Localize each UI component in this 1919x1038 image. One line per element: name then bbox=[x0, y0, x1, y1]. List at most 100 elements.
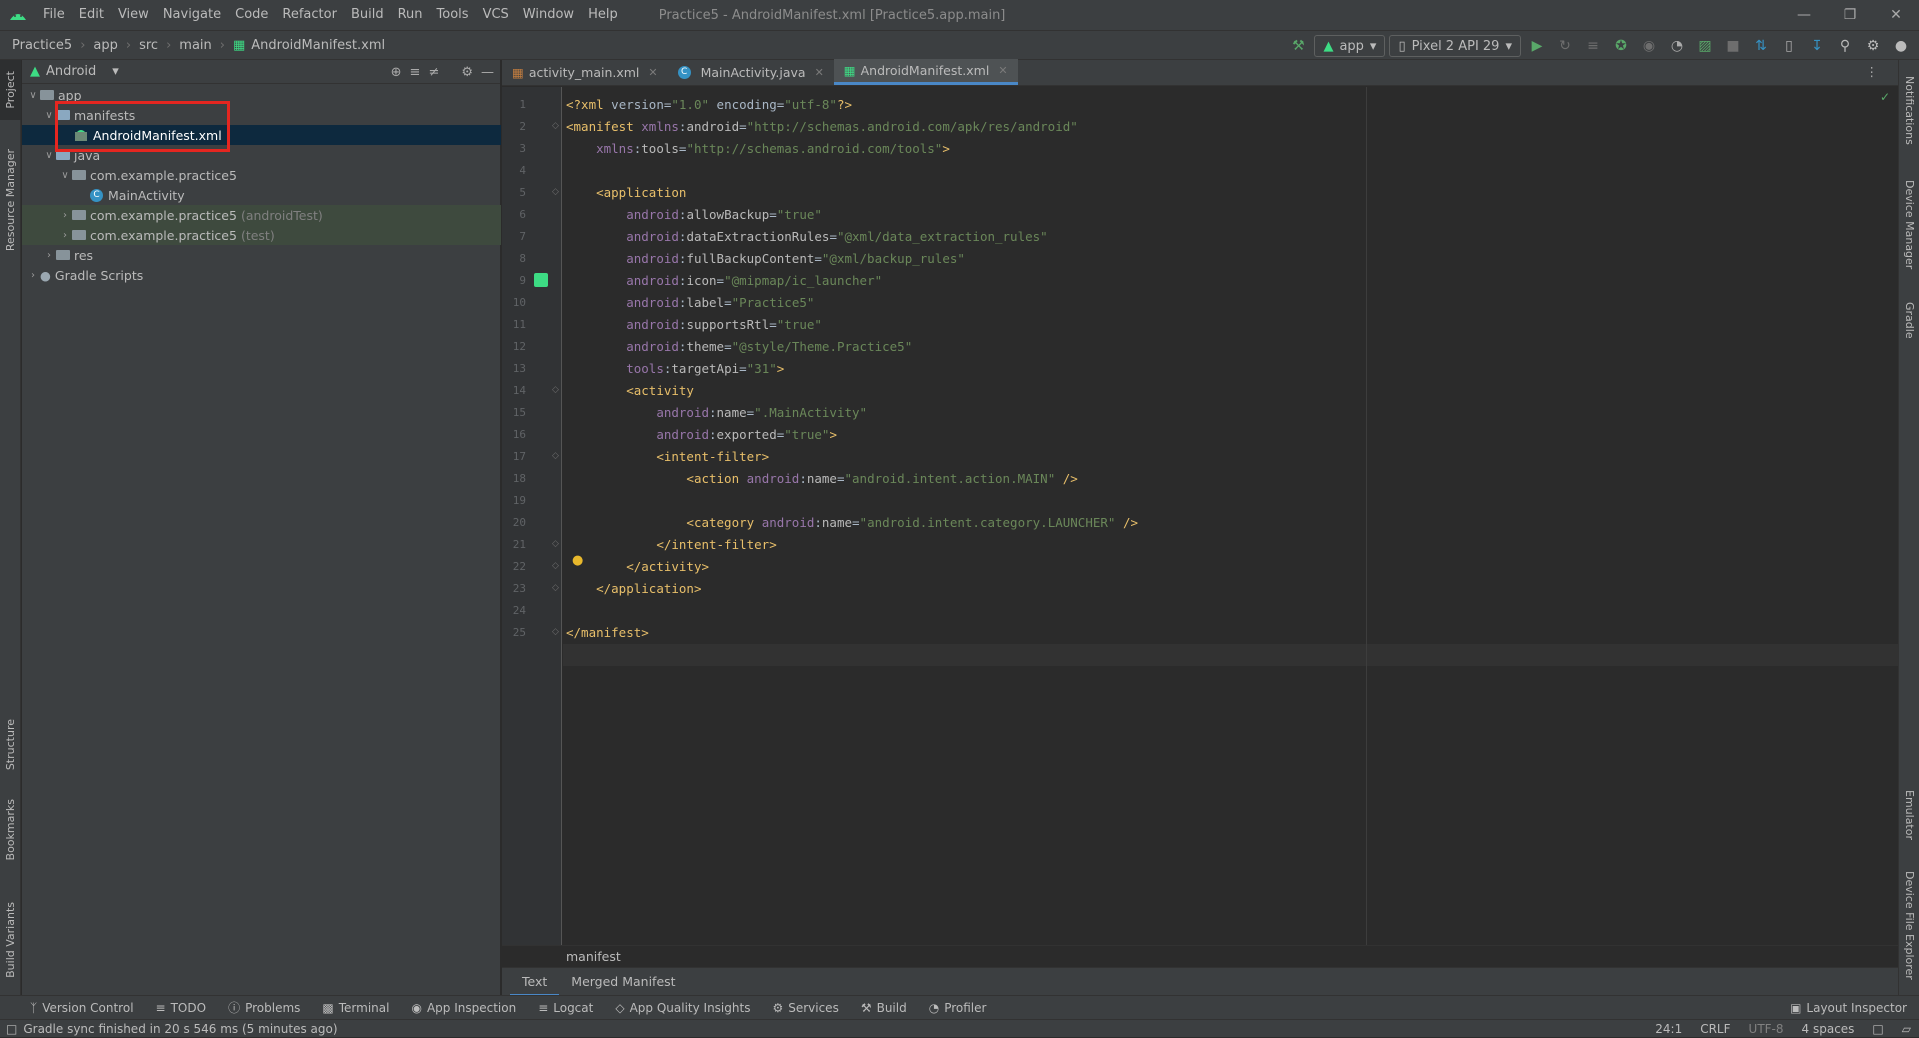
tab-build-variants[interactable]: Build Variants bbox=[0, 890, 21, 990]
tree-item-package-main[interactable]: ∨ com.example.practice5 bbox=[22, 165, 501, 185]
code-line[interactable]: </manifest> bbox=[566, 622, 649, 644]
code-line[interactable]: android:name=".MainActivity" bbox=[566, 402, 867, 424]
code-line[interactable]: <manifest xmlns:android="http://schemas.… bbox=[566, 116, 1078, 138]
code-line[interactable]: android:label="Practice5" bbox=[566, 292, 814, 314]
make-project-hammer-icon[interactable]: ⚒ bbox=[1286, 34, 1310, 58]
menu-edit[interactable]: Edit bbox=[72, 0, 111, 30]
inspections-ok-icon[interactable]: ✓ bbox=[1880, 90, 1890, 104]
indent-setting[interactable]: 4 spaces bbox=[1802, 1022, 1855, 1036]
fold-marker-icon[interactable]: ◇ bbox=[552, 561, 559, 571]
fold-marker-icon[interactable]: ◇ bbox=[552, 539, 559, 549]
code-line[interactable]: android:allowBackup="true" bbox=[566, 204, 822, 226]
tool-app-inspection[interactable]: ◉ App Inspection bbox=[411, 1001, 516, 1015]
tab-bookmarks[interactable]: Bookmarks bbox=[0, 790, 21, 870]
chevron-down-icon[interactable]: ∨ bbox=[26, 90, 40, 101]
settings-gear-icon[interactable]: ⚙ bbox=[1861, 34, 1885, 58]
code-line[interactable]: android:icon="@mipmap/ic_launcher" bbox=[566, 270, 882, 292]
coverage-icon[interactable]: ▨ bbox=[1693, 34, 1717, 58]
menu-refactor[interactable]: Refactor bbox=[275, 0, 344, 30]
status-message[interactable]: Gradle sync finished in 20 s 546 ms (5 m… bbox=[23, 1022, 337, 1036]
tab-gradle[interactable]: Gradle bbox=[1899, 290, 1919, 350]
status-box-icon[interactable]: □ bbox=[6, 1022, 17, 1036]
tool-app-quality-insights[interactable]: ◇ App Quality Insights bbox=[615, 1001, 750, 1015]
code-line[interactable]: android:exported="true"> bbox=[566, 424, 837, 446]
chevron-right-icon[interactable]: › bbox=[58, 230, 72, 241]
tool-build[interactable]: ⚒ Build bbox=[861, 1001, 907, 1015]
tool-profiler[interactable]: ◔ Profiler bbox=[929, 1001, 987, 1015]
menu-code[interactable]: Code bbox=[228, 0, 275, 30]
close-tab-icon[interactable]: ✕ bbox=[815, 66, 824, 79]
breadcrumb-main[interactable]: main bbox=[179, 38, 211, 53]
tab-androidmanifest-xml[interactable]: ▦ AndroidManifest.xml ✕ bbox=[833, 59, 1018, 85]
menu-help[interactable]: Help bbox=[581, 0, 625, 30]
apply-code-changes-icon[interactable]: ≡ bbox=[1581, 34, 1605, 58]
tree-item-package-test[interactable]: › com.example.practice5 (test) bbox=[22, 225, 501, 245]
tab-project[interactable]: Project bbox=[0, 60, 21, 120]
menu-build[interactable]: Build bbox=[344, 0, 391, 30]
fold-marker-icon[interactable]: ◇ bbox=[552, 583, 559, 593]
locate-file-icon[interactable]: ⊕ bbox=[391, 65, 402, 80]
tool-terminal[interactable]: ▩ Terminal bbox=[322, 1001, 389, 1015]
code-line[interactable]: xmlns:tools="http://schemas.android.com/… bbox=[566, 138, 950, 160]
run-config-select[interactable]: ▲ app ▾ bbox=[1314, 35, 1386, 57]
profile-icon[interactable]: ◔ bbox=[1665, 34, 1689, 58]
code-line[interactable]: </activity> bbox=[566, 556, 709, 578]
menu-navigate[interactable]: Navigate bbox=[156, 0, 228, 30]
code-line[interactable]: android:supportsRtl="true" bbox=[566, 314, 822, 336]
fold-marker-icon[interactable]: ◇ bbox=[552, 385, 559, 395]
line-separator[interactable]: CRLF bbox=[1700, 1022, 1730, 1036]
menu-vcs[interactable]: VCS bbox=[476, 0, 516, 30]
tab-activity-main-xml[interactable]: ▦ activity_main.xml ✕ bbox=[502, 59, 668, 85]
chevron-right-icon[interactable]: › bbox=[26, 270, 40, 281]
apply-changes-icon[interactable]: ↻ bbox=[1553, 34, 1577, 58]
sync-gradle-icon[interactable]: ⇅ bbox=[1749, 34, 1773, 58]
editor-breadcrumb[interactable]: manifest bbox=[566, 949, 621, 964]
breadcrumb-src[interactable]: src bbox=[139, 38, 158, 53]
code-line[interactable]: android:fullBackupContent="@xml/backup_r… bbox=[566, 248, 965, 270]
close-tab-icon[interactable]: ✕ bbox=[998, 64, 1007, 77]
fold-marker-icon[interactable]: ◇ bbox=[552, 187, 559, 197]
caret-position[interactable]: 24:1 bbox=[1655, 1022, 1682, 1036]
more-tabs-icon[interactable]: ⋮ bbox=[1866, 64, 1879, 79]
fold-marker-icon[interactable]: ◇ bbox=[552, 451, 559, 461]
menu-tools[interactable]: Tools bbox=[430, 0, 476, 30]
code-line[interactable]: <intent-filter> bbox=[566, 446, 769, 468]
device-select[interactable]: ▯ Pixel 2 API 29 ▾ bbox=[1389, 35, 1521, 57]
menu-run[interactable]: Run bbox=[391, 0, 430, 30]
minimize-icon[interactable]: — bbox=[1781, 0, 1827, 30]
tool-logcat[interactable]: ≡ Logcat bbox=[538, 1001, 593, 1015]
tool-services[interactable]: ⚙ Services bbox=[772, 1001, 838, 1015]
gradle-elephant-icon[interactable]: ● bbox=[1889, 34, 1913, 58]
tree-item-package-androidtest[interactable]: › com.example.practice5 (androidTest) bbox=[22, 205, 501, 225]
intention-bulb-icon[interactable]: ● bbox=[572, 553, 583, 568]
chevron-down-icon[interactable]: ∨ bbox=[42, 110, 56, 121]
hide-panel-icon[interactable]: — bbox=[481, 65, 494, 80]
chevron-down-icon[interactable]: ∨ bbox=[42, 150, 56, 161]
file-encoding[interactable]: UTF-8 bbox=[1749, 1022, 1784, 1036]
collapse-all-icon[interactable]: ≠ bbox=[428, 65, 439, 80]
attach-debugger-icon[interactable]: ◉ bbox=[1637, 34, 1661, 58]
code-line[interactable]: </application> bbox=[566, 578, 701, 600]
tab-merged-manifest[interactable]: Merged Manifest bbox=[559, 968, 687, 996]
chevron-right-icon[interactable]: › bbox=[58, 210, 72, 221]
close-tab-icon[interactable]: ✕ bbox=[648, 66, 657, 79]
search-icon[interactable]: ⚲ bbox=[1833, 34, 1857, 58]
tab-device-manager[interactable]: Device Manager bbox=[1899, 170, 1919, 280]
chevron-right-icon[interactable]: › bbox=[42, 250, 56, 261]
fold-marker-icon[interactable]: ◇ bbox=[552, 121, 559, 131]
tree-item-gradle-scripts[interactable]: › ● Gradle Scripts bbox=[22, 265, 501, 285]
tool-problems[interactable]: ⓘ Problems bbox=[228, 999, 300, 1016]
tool-todo[interactable]: ≡ TODO bbox=[156, 1001, 207, 1015]
expand-all-icon[interactable]: ≡ bbox=[410, 65, 421, 80]
tab-mainactivity-java[interactable]: C MainActivity.java ✕ bbox=[668, 59, 834, 85]
breadcrumb-file[interactable]: AndroidManifest.xml bbox=[251, 38, 385, 53]
memory-indicator-icon[interactable]: ▱ bbox=[1902, 1022, 1911, 1036]
breadcrumb-project[interactable]: Practice5 bbox=[12, 38, 72, 53]
restore-icon[interactable]: ❐ bbox=[1827, 0, 1873, 30]
tab-text[interactable]: Text bbox=[510, 968, 560, 996]
menu-window[interactable]: Window bbox=[516, 0, 581, 30]
tool-layout-inspector[interactable]: ▣ Layout Inspector bbox=[1790, 1001, 1907, 1015]
code-line[interactable]: <activity bbox=[566, 380, 694, 402]
launcher-preview-icon[interactable] bbox=[534, 273, 548, 287]
device-manager-icon[interactable]: ▯ bbox=[1777, 34, 1801, 58]
